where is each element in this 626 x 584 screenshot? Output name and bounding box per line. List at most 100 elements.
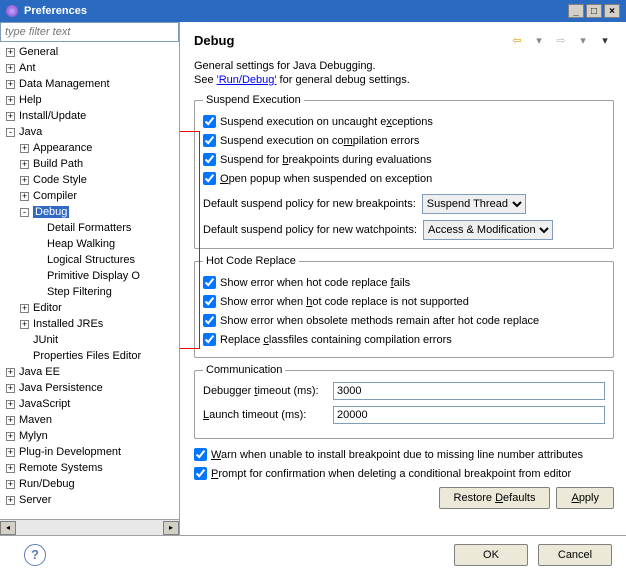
tree-item-label: Compiler [33,190,77,202]
tree-item[interactable]: +JavaScript [0,396,179,412]
window-title: Preferences [24,5,566,17]
tree-item[interactable]: +Ant [0,60,179,76]
expand-icon[interactable]: + [20,320,29,329]
suspend-compilation-checkbox[interactable] [203,134,216,147]
view-menu-icon[interactable]: ▾ [596,33,614,47]
expand-icon[interactable]: + [20,160,29,169]
forward-icon[interactable]: ⇨ [552,33,570,47]
launch-timeout-input[interactable] [333,406,605,424]
tree-item[interactable]: +Mylyn [0,428,179,444]
prompt-delete-conditional-checkbox[interactable] [194,467,207,480]
expand-icon[interactable]: + [6,48,15,57]
open-popup-checkbox[interactable] [203,172,216,185]
expand-icon[interactable]: + [20,192,29,201]
apply-button[interactable]: Apply [556,487,614,509]
expand-icon[interactable]: + [6,368,15,377]
tree-item[interactable]: + Installed JREs [0,316,179,332]
suspend-execution-group: Suspend Execution Suspend execution on u… [194,94,614,249]
description: General settings for Java Debugging. [194,60,614,72]
tree-item[interactable]: +Build Path [0,156,179,172]
expand-icon[interactable]: + [20,144,29,153]
tree-item[interactable]: + Compiler [0,188,179,204]
horizontal-scrollbar[interactable]: ◂ ▸ [0,519,179,535]
debugger-timeout-input[interactable] [333,382,605,400]
tree-item[interactable]: + Plug-in Development [0,444,179,460]
expand-icon[interactable]: + [6,96,15,105]
tree-item[interactable]: Primitive Display O [0,268,179,284]
breakpoint-policy-select[interactable]: Suspend Thread [422,194,526,214]
tree-item-label: Plug-in Development [19,446,121,458]
hcr-unsupported-checkbox[interactable] [203,295,216,308]
tree-item[interactable]: +Remote Systems [0,460,179,476]
tree-item[interactable]: Detail Formatters [0,220,179,236]
expand-icon[interactable]: + [6,384,15,393]
page-buttons: Restore Defaults Apply [194,487,614,509]
tree-item[interactable]: JUnit [0,332,179,348]
ok-button[interactable]: OK [454,544,528,566]
tree-item[interactable]: +Java EE [0,364,179,380]
collapse-icon[interactable]: - [6,128,15,137]
help-icon[interactable]: ? [24,544,46,566]
expand-icon[interactable]: + [6,400,15,409]
warn-missing-line-checkbox[interactable] [194,448,207,461]
expand-icon[interactable]: + [6,112,15,121]
footer: ? OK Cancel [0,535,626,573]
tree-item[interactable]: + Java Persistence [0,380,179,396]
tree-item[interactable]: Step Filtering [0,284,179,300]
tree-item[interactable]: + Appearance [0,140,179,156]
tree-item[interactable]: Logical Structures [0,252,179,268]
tree-item-label: Java [19,126,42,138]
suspend-uncaught-checkbox[interactable] [203,115,216,128]
tree-item[interactable]: +Maven [0,412,179,428]
expand-icon[interactable]: + [6,432,15,441]
tree-item[interactable]: +Run/Debug [0,476,179,492]
close-button[interactable]: × [604,4,620,18]
tree-item[interactable]: +General [0,44,179,60]
tree-item[interactable]: +Data Management [0,76,179,92]
tree-item[interactable]: -Debug [0,204,179,220]
cancel-button[interactable]: Cancel [538,544,612,566]
watchpoint-policy-select[interactable]: Access & Modification [423,220,553,240]
tree-item[interactable]: +Help [0,92,179,108]
hcr-replace-classfiles-checkbox[interactable] [203,333,216,346]
expand-icon[interactable]: + [6,416,15,425]
hcr-obsolete-checkbox[interactable] [203,314,216,327]
run-debug-link[interactable]: 'Run/Debug' [217,74,277,86]
tree-item[interactable]: +Code Style [0,172,179,188]
preferences-tree[interactable]: +General+Ant+Data Management+Help+Instal… [0,42,179,519]
expand-icon[interactable]: + [6,464,15,473]
tree-item[interactable]: Heap Walking [0,236,179,252]
tree-item-label: Installed JREs [33,318,103,330]
tree-item-label: Install/Update [19,110,86,122]
comm-legend: Communication [203,364,285,376]
tree-item[interactable]: +Server [0,492,179,508]
back-icon[interactable]: ⇦ [508,33,526,47]
tree-item[interactable]: +Editor [0,300,179,316]
heading-row: Debug ⇦ ▾ ⇨ ▾ ▾ [194,28,614,52]
tree-item[interactable]: + Install/Update [0,108,179,124]
filter-input[interactable] [0,22,179,42]
tree-item[interactable]: Properties Files Editor [0,348,179,364]
maximize-button[interactable]: □ [586,4,602,18]
scroll-right-icon[interactable]: ▸ [163,521,179,535]
expand-icon[interactable]: + [6,64,15,73]
back-menu-icon[interactable]: ▾ [530,33,548,47]
tree-item[interactable]: -Java [0,124,179,140]
suspend-breakpoints-eval-checkbox[interactable] [203,153,216,166]
scroll-left-icon[interactable]: ◂ [0,521,16,535]
minimize-button[interactable]: _ [568,4,584,18]
expand-icon[interactable]: + [20,176,29,185]
expand-icon[interactable]: + [6,480,15,489]
expand-icon[interactable]: + [6,448,15,457]
collapse-icon[interactable]: - [20,208,29,217]
tree-item-label: Step Filtering [47,286,112,298]
expand-icon[interactable]: + [6,496,15,505]
restore-defaults-button[interactable]: Restore Defaults [439,487,551,509]
expand-icon[interactable]: + [20,304,29,313]
hcr-fails-checkbox[interactable] [203,276,216,289]
tree-item-label: Appearance [33,142,92,154]
bottom-checks: Warn when unable to install breakpoint d… [194,445,614,483]
tree-item-label: Java Persistence [19,382,103,394]
forward-menu-icon[interactable]: ▾ [574,33,592,47]
expand-icon[interactable]: + [6,80,15,89]
